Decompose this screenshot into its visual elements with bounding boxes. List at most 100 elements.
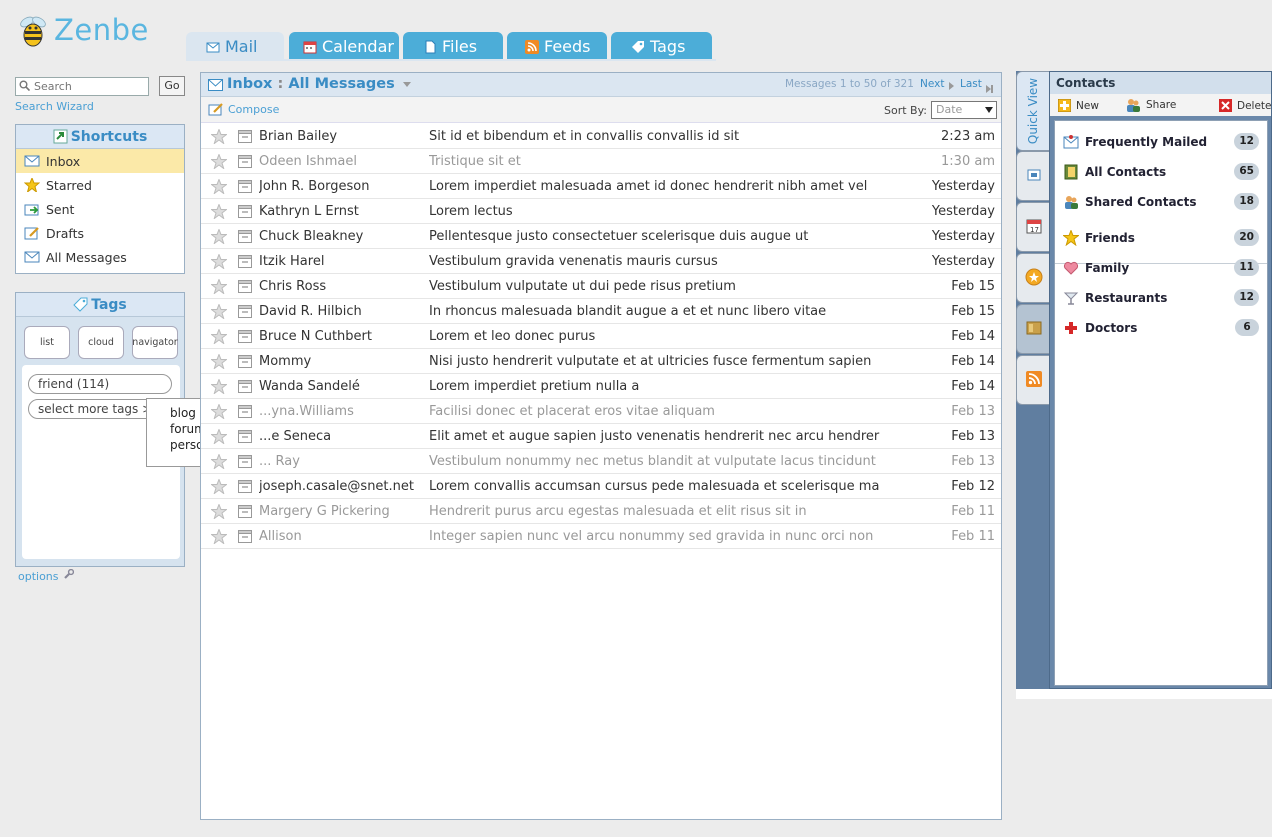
view-dropdown-icon[interactable] [402,81,411,87]
star-icon[interactable] [210,128,228,145]
contact-group-label: Family [1085,261,1130,275]
archive-icon[interactable] [238,530,252,543]
archive-icon[interactable] [238,205,252,218]
search-go-button[interactable]: Go [159,76,185,96]
shortcut-inbox[interactable]: Inbox [16,149,184,173]
message-subject: Vestibulum vulputate ut dui pede risus p… [429,279,736,294]
star-icon[interactable] [210,303,228,320]
compose-button[interactable]: Compose [208,103,279,116]
tag-view-cloud-button[interactable]: cloud [78,326,124,359]
message-row[interactable]: Itzik Harel Vestibulum gravida venenatis … [201,249,1001,274]
tab-tags[interactable]: Tags [611,32,712,60]
tag-view-navigator-button[interactable]: navigator [132,326,178,359]
message-row[interactable]: Bruce N Cuthbert Lorem et leo donec purus… [201,324,1001,349]
star-icon[interactable] [210,353,228,370]
star-icon[interactable] [210,428,228,445]
star-icon[interactable] [210,253,228,270]
quick-view-badge-tab[interactable] [1016,253,1050,303]
archive-icon[interactable] [238,155,252,168]
archive-icon[interactable] [238,305,252,318]
message-row[interactable]: Kathryn L Ernst Lorem lectus Yesterday [201,199,1001,224]
contact-group-label: Restaurants [1085,291,1168,305]
star-icon[interactable] [210,328,228,345]
star-icon[interactable] [210,453,228,470]
share-contacts-button[interactable]: Share [1125,97,1176,113]
archive-icon[interactable] [238,380,252,393]
message-row[interactable]: Chris Ross Vestibulum vulputate ut dui pe… [201,274,1001,299]
next-page-link[interactable]: Next [920,78,944,90]
star-icon[interactable] [210,153,228,170]
message-row[interactable]: Wanda Sandelé Lorem imperdiet pretium nul… [201,374,1001,399]
zenbe-logo[interactable]: Zenbe [16,12,149,48]
star-icon[interactable] [210,528,228,545]
star-icon[interactable] [210,278,228,295]
star-icon[interactable] [210,178,228,195]
last-page-link[interactable]: Last [960,78,982,90]
last-arrow-icon[interactable] [986,82,993,93]
message-row[interactable]: Brian Bailey Sit id et bibendum et in con… [201,124,1001,149]
quick-view-feeds-tab[interactable] [1016,355,1050,405]
shortcut-sent[interactable]: Sent [16,197,184,221]
star-icon[interactable] [210,503,228,520]
new-contact-button[interactable]: New [1057,98,1099,113]
star-icon[interactable] [210,228,228,245]
star-icon[interactable] [210,378,228,395]
archive-icon[interactable] [238,180,252,193]
quick-view-tab[interactable]: Quick View [1016,71,1050,151]
shortcut-all-messages[interactable]: All Messages [16,245,184,269]
archive-icon[interactable] [238,330,252,343]
selected-tag-pill[interactable]: friend (114) [28,374,172,394]
star-icon[interactable] [210,478,228,495]
message-row[interactable]: Allison Integer sapien nunc vel arcu nonu… [201,524,1001,549]
tags-options-link[interactable]: options [18,568,74,583]
quick-view-notes-tab[interactable] [1016,304,1050,354]
message-row[interactable]: Chuck Bleakney Pellentesque justo consect… [201,224,1001,249]
tab-files[interactable]: Files [403,32,503,60]
archive-icon[interactable] [238,280,252,293]
message-row[interactable]: ...e Seneca Elit amet et augue sapien jus… [201,424,1001,449]
message-row[interactable]: Margery G Pickering Hendrerit purus arcu … [201,499,1001,524]
contact-group-row[interactable]: Restaurants 12 [1055,283,1267,313]
view-name[interactable]: All Messages [288,76,394,92]
shortcut-starred[interactable]: Starred [16,173,184,197]
archive-icon[interactable] [238,405,252,418]
message-row[interactable]: David R. Hilbich In rhoncus malesuada bla… [201,299,1001,324]
archive-icon[interactable] [238,230,252,243]
message-subject: Nisi justo hendrerit vulputate et at ult… [429,354,872,369]
message-row[interactable]: ... Ray Vestibulum nonummy nec metus blan… [201,449,1001,474]
tab-feeds[interactable]: Feeds [507,32,607,60]
tab-mail[interactable]: Mail [186,32,284,60]
quick-view-calendar-tab[interactable]: 17 [1016,202,1050,252]
archive-icon[interactable] [238,480,252,493]
search-input[interactable] [15,77,149,96]
star-icon[interactable] [210,203,228,220]
message-row[interactable]: Mommy Nisi justo hendrerit vulputate et a… [201,349,1001,374]
delete-contact-button[interactable]: Delete [1219,99,1272,112]
message-subject: Lorem lectus [429,204,513,219]
archive-icon[interactable] [238,255,252,268]
star-icon[interactable] [210,403,228,420]
message-date: 1:30 am [941,154,995,169]
quick-view-contacts-tab[interactable] [1016,151,1050,201]
message-row[interactable]: joseph.casale@snet.net Lorem convallis ac… [201,474,1001,499]
contact-group-row[interactable]: Family 11 [1055,253,1267,283]
tab-calendar[interactable]: Calendar [289,32,399,60]
archive-icon[interactable] [238,355,252,368]
archive-icon[interactable] [238,505,252,518]
contact-group-row[interactable]: Doctors 6 [1055,313,1267,343]
shortcut-drafts[interactable]: Drafts [16,221,184,245]
message-row[interactable]: Odeen Ishmael Tristique sit et 1:30 am [201,149,1001,174]
message-row[interactable]: John R. Borgeson Lorem imperdiet malesuad… [201,174,1001,199]
sort-select[interactable]: Date [931,101,997,119]
contact-group-row[interactable]: Frequently Mailed 12 [1055,127,1267,157]
tag-view-list-button[interactable]: list [24,326,70,359]
contact-group-row[interactable]: All Contacts 65 [1055,157,1267,187]
next-arrow-icon[interactable] [949,82,954,90]
archive-icon[interactable] [238,455,252,468]
archive-icon[interactable] [238,430,252,443]
contact-group-row[interactable]: Friends 20 [1055,223,1267,253]
contact-group-row[interactable]: Shared Contacts 18 [1055,187,1267,217]
archive-icon[interactable] [238,130,252,143]
search-wizard-link[interactable]: Search Wizard [15,100,94,113]
message-row[interactable]: ...yna.Williams Facilisi donec et placera… [201,399,1001,424]
